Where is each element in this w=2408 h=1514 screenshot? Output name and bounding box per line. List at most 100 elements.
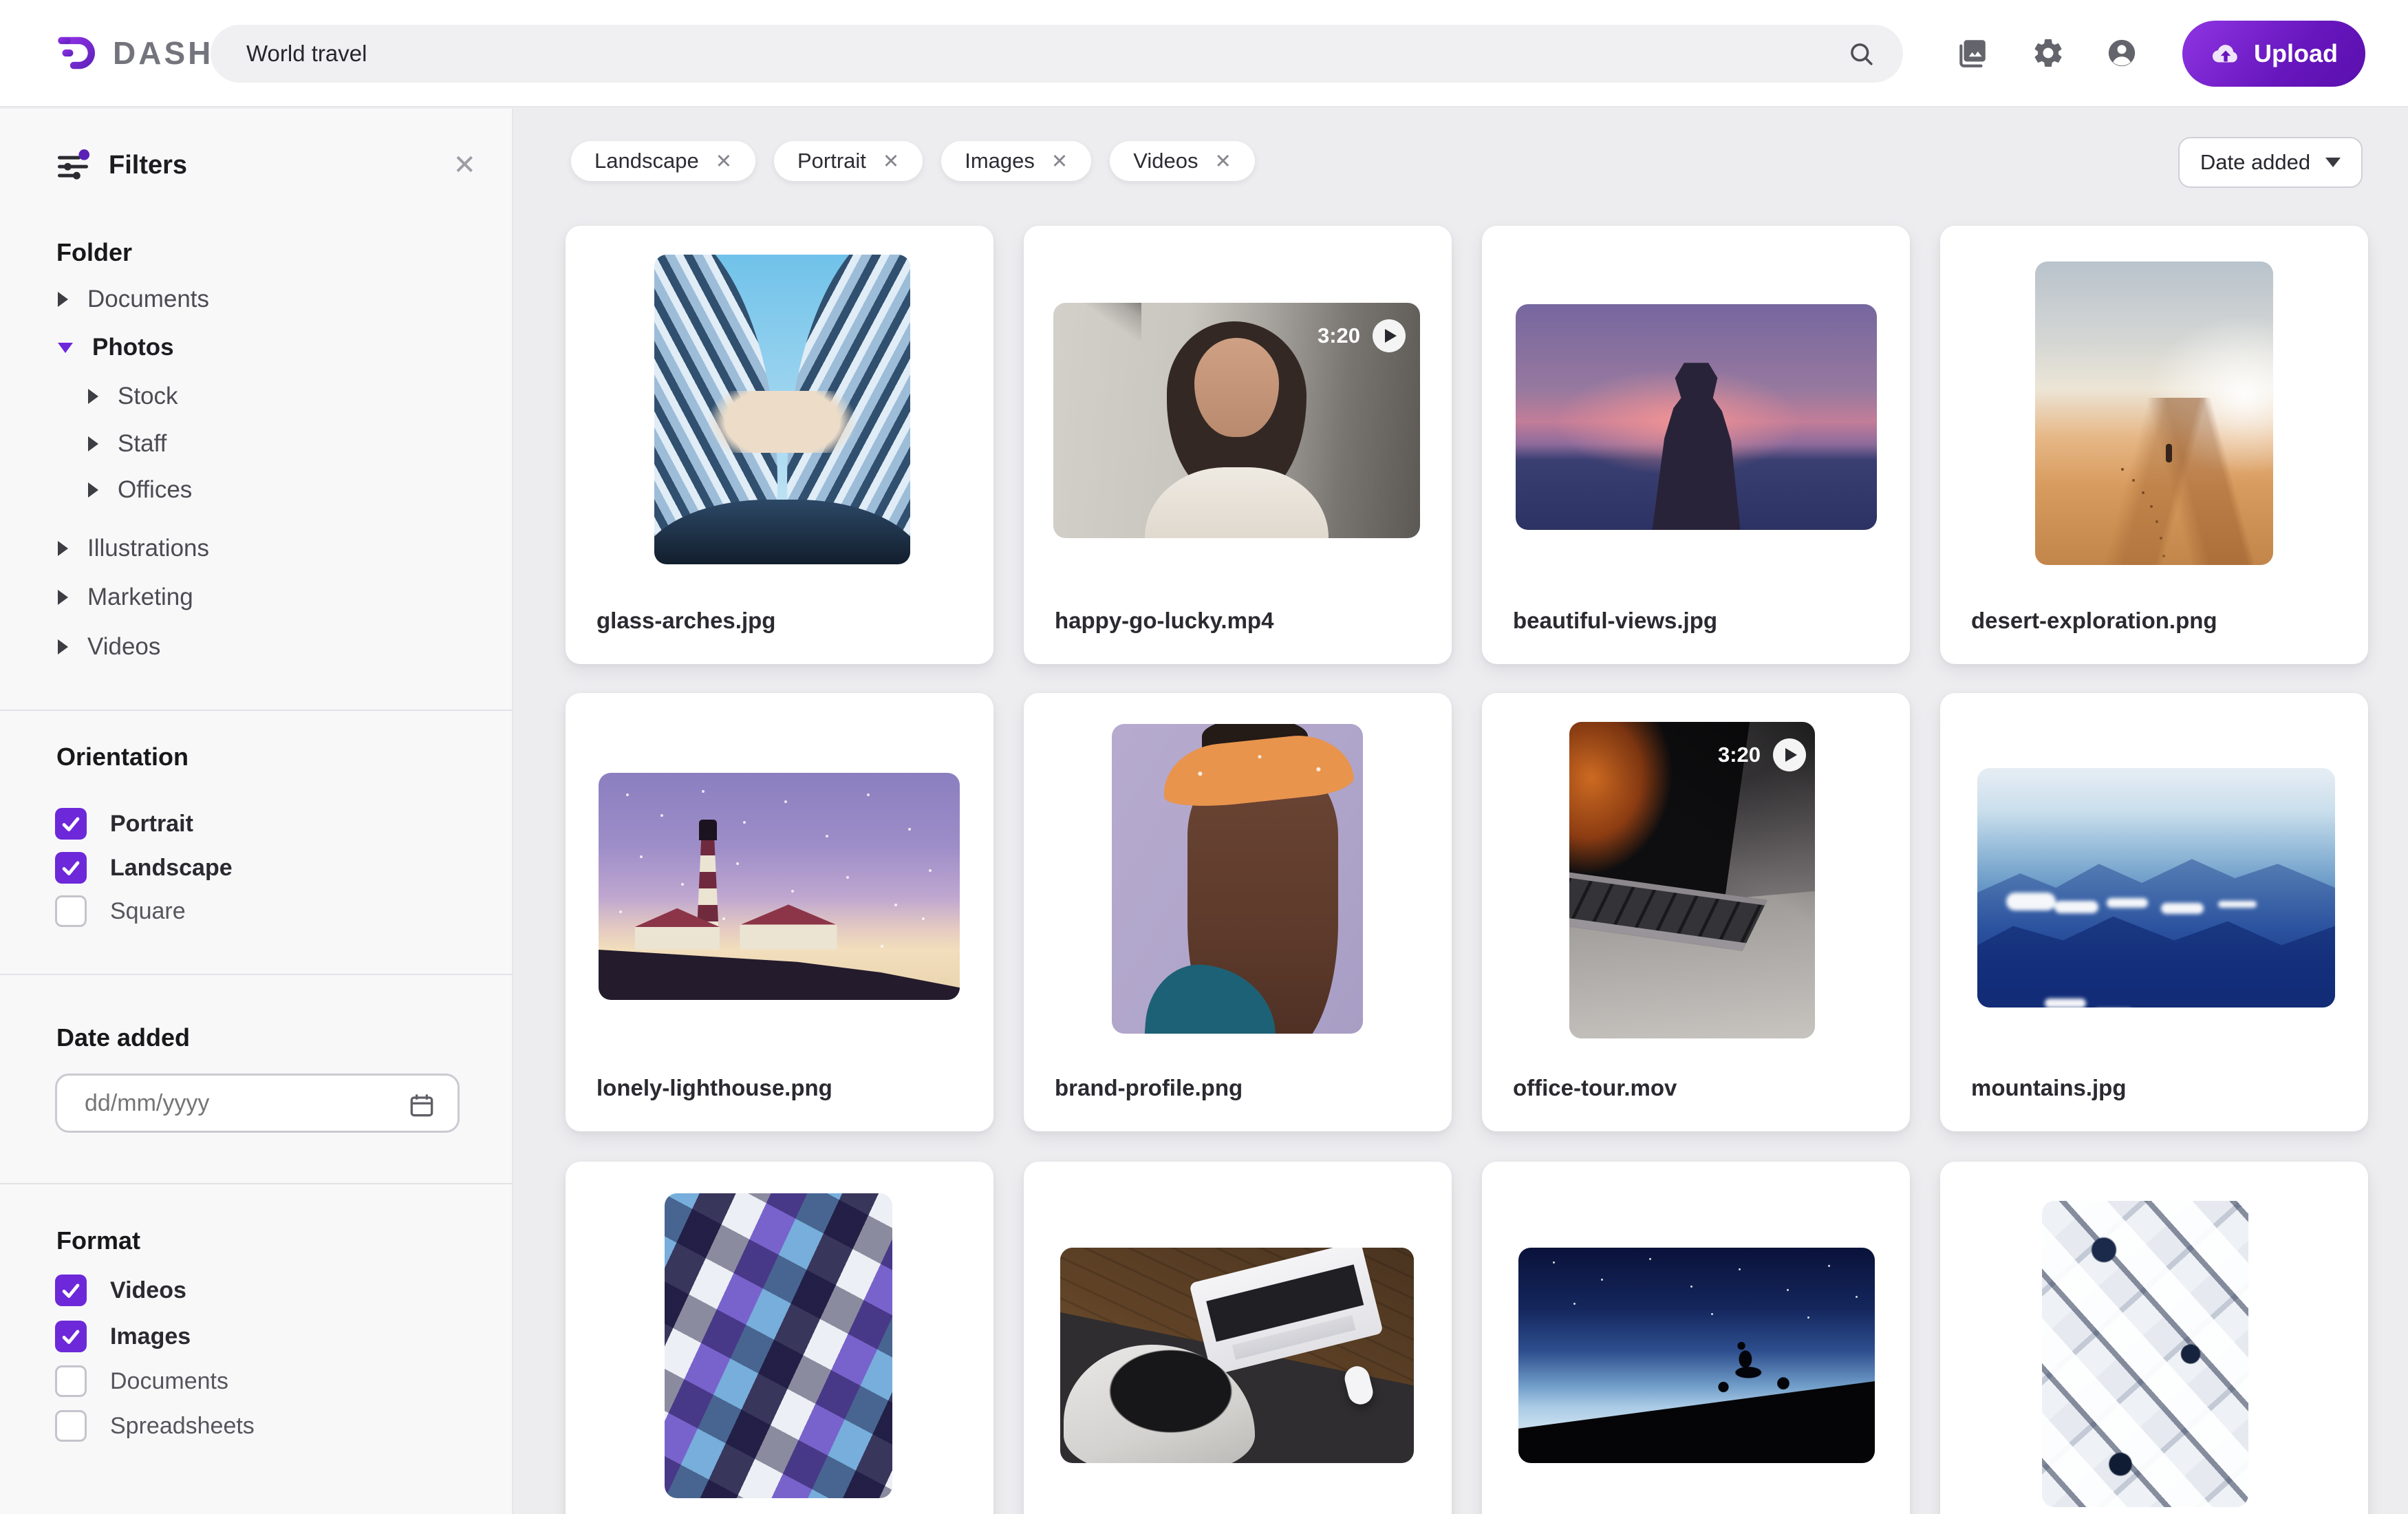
filters-sidebar: Filters ✕ Folder Documents Photos Stock …	[0, 109, 513, 1514]
video-duration-badge: 3:20	[1718, 738, 1806, 771]
chevron-right-icon	[58, 541, 68, 556]
asset-card[interactable]: glass-arches.jpg	[566, 226, 993, 664]
chevron-right-icon	[88, 389, 98, 404]
filter-chip-images[interactable]: Images ✕	[941, 141, 1092, 181]
orientation-section-label: Orientation	[56, 743, 189, 771]
asset-filename: desert-exploration.png	[1971, 608, 2217, 633]
upload-label: Upload	[2254, 39, 2338, 67]
asset-filename: brand-profile.png	[1055, 1075, 1243, 1100]
checkbox-square[interactable]: Square	[55, 893, 186, 929]
checkbox-images[interactable]: Images	[55, 1319, 191, 1354]
checkbox-portrait[interactable]: Portrait	[55, 806, 193, 842]
chip-remove-icon[interactable]: ✕	[883, 149, 899, 173]
checkbox-unchecked-icon[interactable]	[55, 1410, 87, 1442]
checkbox-unchecked-icon[interactable]	[55, 895, 87, 927]
chip-remove-icon[interactable]: ✕	[716, 149, 732, 173]
asset-card[interactable]	[1940, 1162, 2368, 1514]
sort-dropdown[interactable]: Date added	[2178, 137, 2363, 188]
content-area: Landscape ✕ Portrait ✕ Images ✕ Videos ✕…	[515, 109, 2408, 1514]
date-input[interactable]	[57, 1076, 458, 1131]
brand-name: DASH	[113, 35, 214, 71]
filter-chip-portrait[interactable]: Portrait ✕	[774, 141, 923, 181]
checkbox-checked-icon[interactable]	[55, 852, 87, 884]
asset-thumbnail	[599, 773, 960, 1000]
asset-card[interactable]: lonely-lighthouse.png	[566, 693, 993, 1131]
chevron-right-icon	[88, 482, 98, 498]
sidebar-item-offices[interactable]: Offices	[88, 475, 192, 505]
filter-chip-videos[interactable]: Videos ✕	[1110, 141, 1255, 181]
asset-card[interactable]: 3:20 office-tour.mov	[1482, 693, 1910, 1131]
chip-remove-icon[interactable]: ✕	[1051, 149, 1068, 173]
asset-card[interactable]	[1024, 1162, 1452, 1514]
brand-icon	[58, 36, 95, 70]
checkbox-spreadsheets[interactable]: Spreadsheets	[55, 1408, 255, 1444]
sidebar-item-documents[interactable]: Documents	[58, 284, 209, 314]
checkbox-checked-icon[interactable]	[55, 1275, 87, 1306]
asset-card[interactable]: mountains.jpg	[1940, 693, 2368, 1131]
sidebar-item-photos[interactable]: Photos	[58, 332, 174, 363]
sidebar-item-stock[interactable]: Stock	[88, 381, 178, 412]
asset-card[interactable]: desert-exploration.png	[1940, 226, 2368, 664]
filter-chip-landscape[interactable]: Landscape ✕	[571, 141, 755, 181]
checkbox-checked-icon[interactable]	[55, 808, 87, 840]
video-duration-badge: 3:20	[1318, 319, 1406, 352]
media-library-icon[interactable]	[1955, 36, 1990, 70]
search-input[interactable]	[211, 25, 1903, 83]
checkbox-documents[interactable]: Documents	[55, 1363, 228, 1399]
chevron-right-icon	[58, 590, 68, 605]
calendar-icon[interactable]	[407, 1090, 437, 1120]
settings-gear-icon[interactable]	[2031, 36, 2065, 70]
top-bar: DASH Upload	[0, 0, 2408, 107]
play-icon[interactable]	[1773, 738, 1806, 771]
asset-filename: happy-go-lucky.mp4	[1055, 608, 1274, 633]
video-duration: 3:20	[1317, 323, 1360, 348]
play-icon[interactable]	[1373, 319, 1406, 352]
chevron-down-icon	[58, 342, 73, 353]
app-logo[interactable]: DASH	[52, 32, 213, 74]
divider	[0, 710, 512, 711]
chevron-down-icon	[2325, 158, 2341, 167]
sidebar-item-marketing[interactable]: Marketing	[58, 582, 193, 612]
date-added-field	[55, 1074, 460, 1133]
checkbox-checked-icon[interactable]	[55, 1321, 87, 1352]
asset-filename: office-tour.mov	[1513, 1075, 1677, 1100]
account-avatar-icon[interactable]	[2105, 36, 2139, 70]
asset-thumbnail	[1060, 1248, 1414, 1463]
upload-button[interactable]: Upload	[2182, 21, 2365, 87]
asset-card[interactable]: 3:20 happy-go-lucky.mp4	[1024, 226, 1452, 664]
filters-title: Filters	[109, 150, 188, 180]
sliders-filter-icon	[58, 149, 90, 180]
checkbox-landscape[interactable]: Landscape	[55, 850, 233, 886]
asset-card[interactable]: brand-profile.png	[1024, 693, 1452, 1131]
format-section-label: Format	[56, 1226, 141, 1255]
asset-filename: lonely-lighthouse.png	[596, 1075, 832, 1100]
checkbox-unchecked-icon[interactable]	[55, 1365, 87, 1397]
asset-filename: glass-arches.jpg	[596, 608, 776, 633]
sidebar-item-videos[interactable]: Videos	[58, 632, 160, 662]
asset-thumbnail	[665, 1193, 892, 1498]
asset-filename: beautiful-views.jpg	[1513, 608, 1718, 633]
asset-card[interactable]: beautiful-views.jpg	[1482, 226, 1910, 664]
folder-section-label: Folder	[56, 238, 133, 266]
asset-thumbnail	[1112, 724, 1363, 1034]
close-icon[interactable]: ✕	[453, 151, 476, 179]
sidebar-item-staff[interactable]: Staff	[88, 429, 166, 459]
video-duration: 3:20	[1717, 743, 1761, 767]
search-icon[interactable]	[1847, 39, 1875, 68]
chip-remove-icon[interactable]: ✕	[1214, 149, 1231, 173]
global-search	[211, 25, 1903, 83]
checkbox-videos[interactable]: Videos	[55, 1272, 186, 1308]
active-filter-chips: Landscape ✕ Portrait ✕ Images ✕ Videos ✕	[571, 141, 1255, 181]
asset-thumbnail	[654, 255, 910, 564]
chevron-right-icon	[88, 436, 98, 451]
asset-card[interactable]	[1482, 1162, 1910, 1514]
asset-thumbnail	[1516, 304, 1877, 530]
asset-filename: mountains.jpg	[1971, 1075, 2127, 1100]
asset-card[interactable]	[566, 1162, 993, 1514]
asset-thumbnail	[1977, 768, 2335, 1007]
asset-thumbnail	[2035, 262, 2273, 565]
chevron-right-icon	[58, 292, 68, 307]
sidebar-item-illustrations[interactable]: Illustrations	[58, 533, 209, 564]
date-added-section-label: Date added	[56, 1023, 191, 1052]
chevron-right-icon	[58, 639, 68, 654]
